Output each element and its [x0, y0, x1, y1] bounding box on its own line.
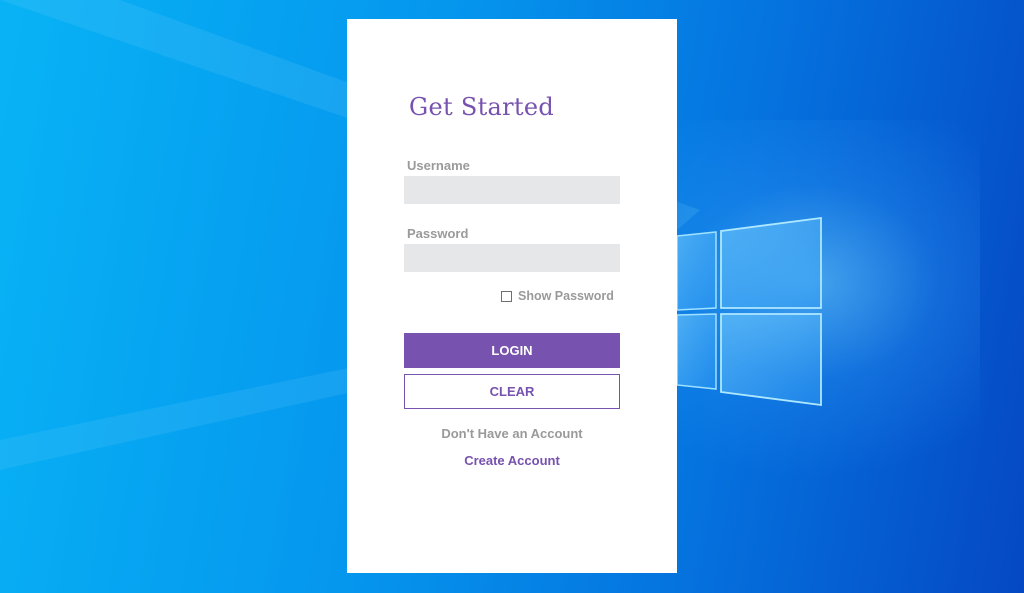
no-account-text: Don't Have an Account: [441, 426, 583, 441]
login-button[interactable]: LOGIN: [404, 333, 620, 368]
show-password-label: Show Password: [518, 289, 614, 303]
username-input[interactable]: [404, 176, 620, 204]
create-account-row: Create Account: [347, 453, 677, 468]
login-panel: Get Started Username Password Show Passw…: [347, 19, 677, 573]
create-account-link[interactable]: Create Account: [464, 453, 560, 468]
show-password-toggle[interactable]: Show Password: [501, 289, 614, 303]
password-input[interactable]: [404, 244, 620, 272]
page-title: Get Started: [409, 93, 555, 121]
username-label: Username: [407, 158, 470, 173]
clear-button[interactable]: CLEAR: [404, 374, 620, 409]
password-label: Password: [407, 226, 469, 241]
show-password-checkbox[interactable]: [501, 290, 512, 302]
